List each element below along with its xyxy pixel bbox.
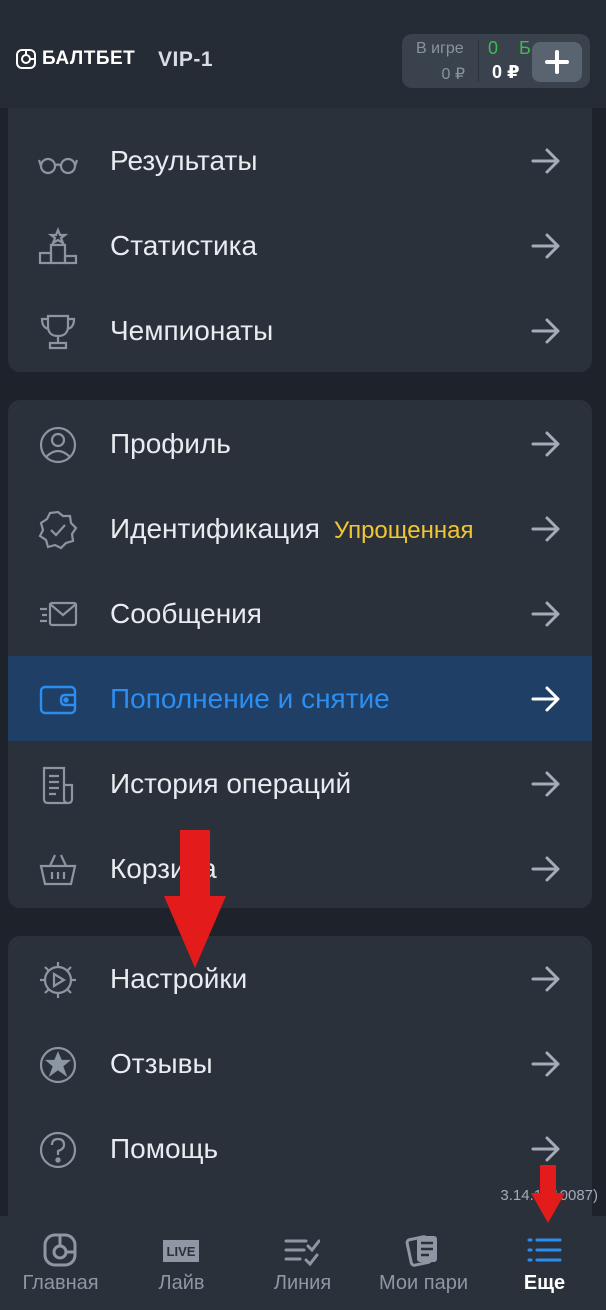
menu-item-label: Сообщения bbox=[110, 597, 262, 629]
list-check-icon bbox=[284, 1239, 320, 1267]
menu-item-label: Пополнение и снятие bbox=[110, 682, 390, 714]
menu-item-label: Статистика bbox=[110, 229, 258, 261]
in-play-value: 0 ₽ bbox=[441, 66, 465, 83]
arrow-right-icon bbox=[531, 148, 560, 174]
main-balance: 0 ₽ bbox=[492, 62, 520, 82]
arrow-right-icon bbox=[531, 1136, 560, 1162]
menu-item-settings[interactable]: Настройки bbox=[8, 936, 592, 1021]
in-play-label: В игре bbox=[416, 40, 464, 57]
tab-label: Мои пари bbox=[379, 1272, 468, 1294]
menu-item-identification[interactable]: Идентификация Упрощенная bbox=[8, 486, 592, 571]
annotation-arrow-more-tab bbox=[531, 1165, 565, 1223]
arrow-right-icon bbox=[531, 1051, 560, 1077]
help-circle-icon bbox=[39, 1131, 77, 1169]
arrow-right-icon bbox=[531, 233, 560, 259]
menu-item-label: Чемпионаты bbox=[110, 314, 274, 346]
menu-item-label: Идентификация Упрощенная bbox=[110, 513, 473, 545]
menu-group-info: Результаты Статистика Чемпионаты bbox=[8, 108, 592, 372]
menu-item-statistics[interactable]: Статистика bbox=[8, 203, 592, 288]
brand-name: БАЛТБЕТ bbox=[42, 48, 136, 69]
tab-label: Лайв bbox=[158, 1272, 205, 1294]
bottom-tab-bar: Главная LIVE Лайв Линия Мои пари Еще bbox=[0, 1216, 606, 1310]
identification-status-badge: Упрощенная bbox=[333, 516, 474, 544]
identification-label: Идентификация bbox=[110, 512, 320, 544]
menu-item-operations-history[interactable]: История операций bbox=[8, 741, 592, 826]
menu-item-label: Результаты bbox=[110, 144, 258, 176]
trophy-icon bbox=[40, 314, 76, 350]
menu-item-label: История операций bbox=[110, 767, 352, 799]
menu-item-results[interactable]: Результаты bbox=[8, 118, 592, 203]
menu-group-app: Настройки Отзывы Помощь bbox=[8, 936, 592, 1226]
tab-label: Еще bbox=[523, 1272, 566, 1294]
arrow-right-icon bbox=[531, 318, 560, 344]
arrow-right-icon bbox=[531, 856, 560, 882]
menu-item-reviews[interactable]: Отзывы bbox=[8, 1021, 592, 1106]
menu-item-label: Отзывы bbox=[110, 1047, 213, 1079]
tab-live[interactable]: LIVE Лайв bbox=[121, 1216, 242, 1310]
menu-group-account: Профиль Идентификация Упрощенная Сообщени… bbox=[8, 400, 592, 908]
user-icon bbox=[39, 426, 77, 464]
envelope-icon bbox=[40, 601, 78, 627]
tab-more[interactable]: Еще bbox=[484, 1216, 605, 1310]
menu-list-icon bbox=[527, 1238, 562, 1262]
menu-item-help[interactable]: Помощь bbox=[8, 1106, 592, 1191]
glasses-icon bbox=[38, 157, 78, 175]
annotation-arrow-settings bbox=[164, 830, 226, 968]
arrow-right-icon bbox=[531, 431, 560, 457]
top-header: БАЛТБЕТ VIP-1 В игре 0 ₽ 0 Б 0 ₽ bbox=[0, 0, 606, 108]
arrow-right-icon bbox=[531, 601, 560, 627]
menu-item-championships[interactable]: Чемпионаты bbox=[8, 288, 592, 372]
arrow-right-icon bbox=[531, 686, 560, 712]
podium-icon bbox=[38, 227, 78, 265]
tab-label: Линия bbox=[273, 1272, 332, 1294]
arrow-right-icon bbox=[531, 966, 560, 992]
menu-item-label: Профиль bbox=[110, 427, 231, 459]
home-ball-icon bbox=[43, 1233, 77, 1267]
receipt-icon bbox=[42, 766, 74, 805]
live-icon: LIVE bbox=[163, 1240, 199, 1262]
star-circle-icon bbox=[39, 1046, 77, 1084]
menu-item-messages[interactable]: Сообщения bbox=[8, 571, 592, 656]
balance-widget[interactable]: В игре 0 ₽ 0 Б 0 ₽ bbox=[402, 34, 590, 88]
arrow-right-icon bbox=[531, 771, 560, 797]
menu-item-label: Помощь bbox=[110, 1132, 219, 1164]
tab-line[interactable]: Линия bbox=[242, 1216, 363, 1310]
basket-icon bbox=[39, 854, 77, 886]
tab-home[interactable]: Главная bbox=[0, 1216, 121, 1310]
wallet-icon bbox=[39, 685, 77, 715]
menu-item-profile[interactable]: Профиль bbox=[8, 401, 592, 486]
menu-item-basket[interactable]: Корзина bbox=[8, 826, 592, 908]
deposit-plus-button[interactable] bbox=[532, 42, 582, 82]
balance-divider bbox=[478, 40, 479, 82]
tickets-icon bbox=[405, 1235, 437, 1267]
svg-text:LIVE: LIVE bbox=[167, 1244, 196, 1259]
vip-level[interactable]: VIP-1 bbox=[158, 48, 213, 72]
menu-item-deposit-withdraw[interactable]: Пополнение и снятие bbox=[8, 656, 592, 741]
tab-label: Главная bbox=[22, 1272, 99, 1294]
badge-check-icon bbox=[38, 510, 78, 550]
brand-logo[interactable]: БАЛТБЕТ bbox=[16, 48, 135, 70]
tab-my-bets[interactable]: Мои пари bbox=[363, 1216, 484, 1310]
arrow-right-icon bbox=[531, 516, 560, 542]
settings-gear-icon bbox=[40, 962, 76, 998]
ball-logo-icon bbox=[16, 49, 36, 69]
